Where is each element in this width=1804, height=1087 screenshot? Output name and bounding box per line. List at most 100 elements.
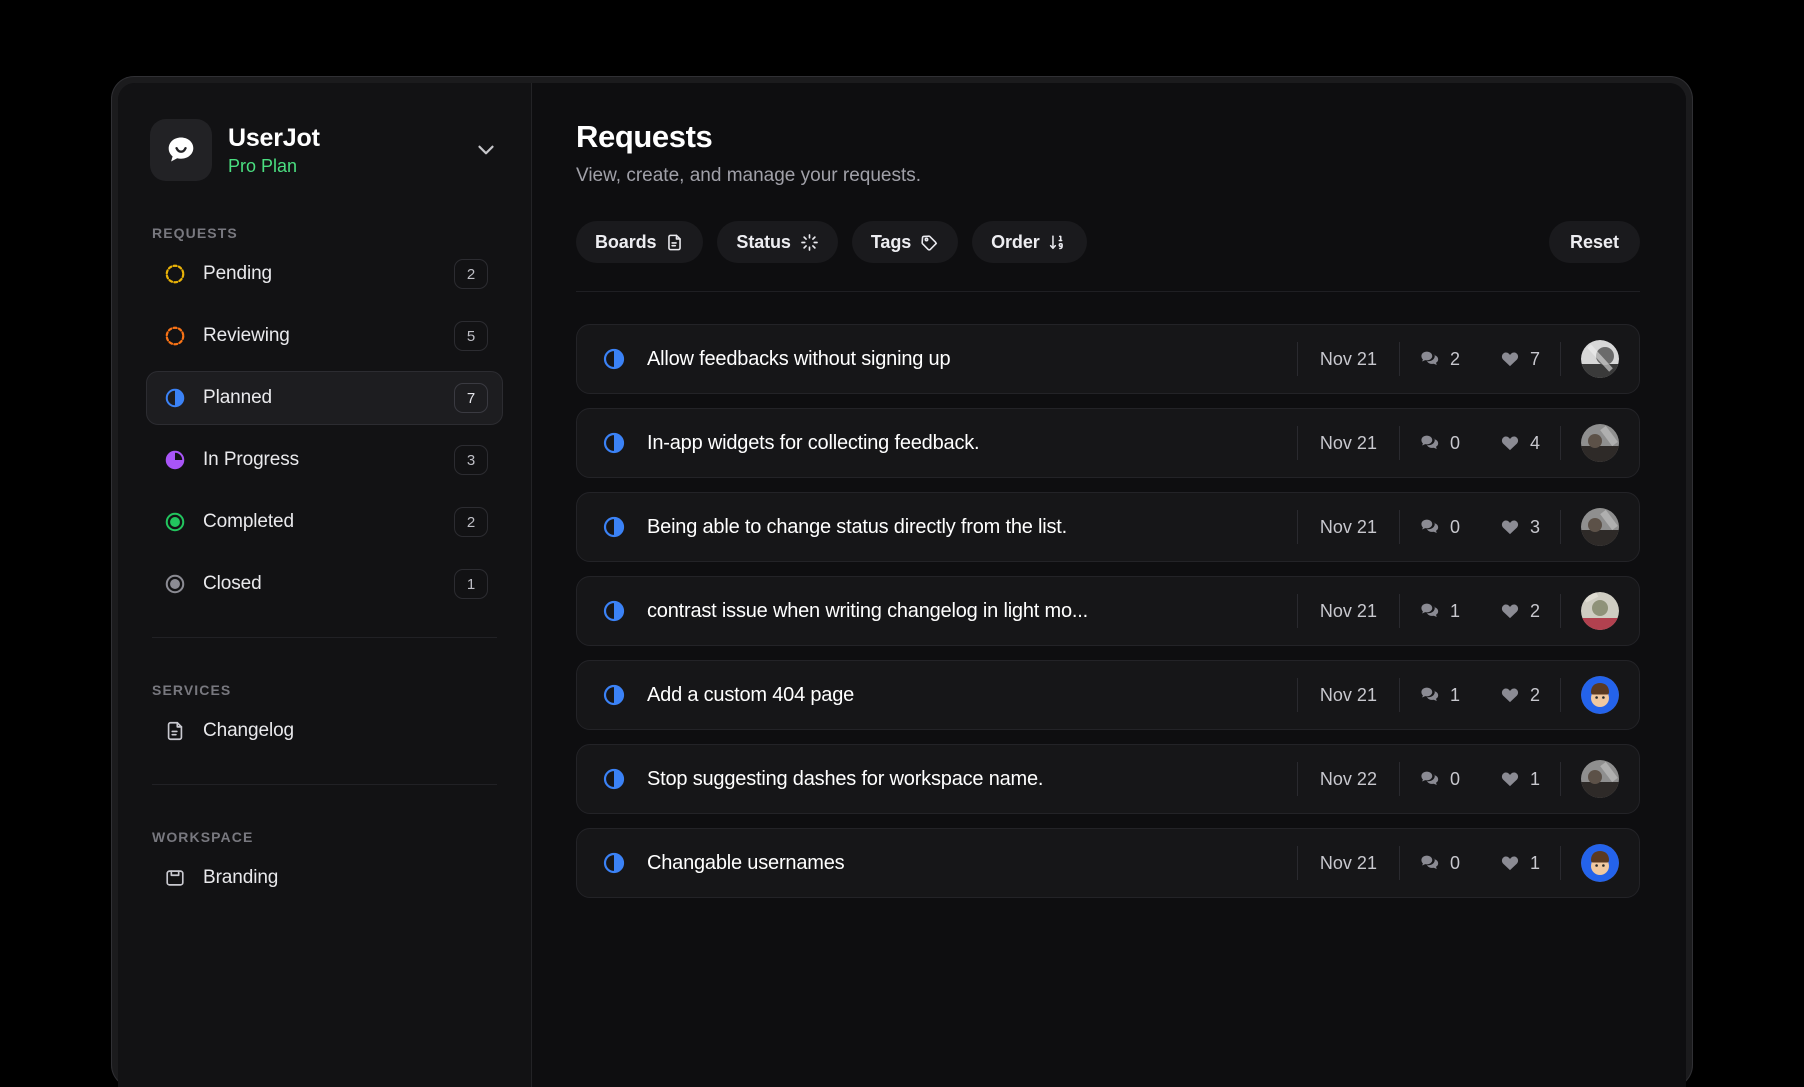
sidebar-item-label: Planned (203, 387, 273, 408)
request-title: Allow feedbacks without signing up (647, 347, 951, 370)
comment-count: 0 (1400, 853, 1480, 874)
reset-button-label: Reset (1569, 231, 1619, 252)
sidebar: UserJot Pro Plan REQUESTS Pending 2 Revi… (118, 83, 532, 1087)
sidebar-item-count: 3 (454, 445, 488, 475)
sidebar-section-workspace-label: WORKSPACE (152, 829, 254, 845)
divider (1560, 594, 1561, 628)
sidebar-item-closed[interactable]: Closed 1 (146, 557, 503, 611)
divider (1560, 426, 1561, 460)
workspace-name: UserJot (228, 123, 320, 152)
branding-icon (163, 866, 187, 890)
like-count-value: 4 (1529, 432, 1540, 453)
like-count-value: 7 (1529, 348, 1540, 369)
sidebar-item-completed[interactable]: Completed 2 (146, 495, 503, 549)
avatar[interactable] (1581, 760, 1619, 798)
table-row[interactable]: Add a custom 404 page Nov 21 1 2 (576, 660, 1640, 730)
page-subtitle: View, create, and manage your requests. (576, 165, 922, 186)
comment-count: 0 (1400, 769, 1480, 790)
like-count: 7 (1480, 349, 1560, 370)
chevron-down-icon[interactable] (473, 137, 499, 163)
filter-chip-tags[interactable]: Tags (851, 221, 959, 263)
request-date: Nov 22 (1319, 768, 1377, 789)
sidebar-divider (152, 784, 497, 785)
workspace-plan: Pro Plan (228, 155, 298, 176)
status-closed-icon (163, 572, 187, 596)
avatar[interactable] (1581, 676, 1619, 714)
filter-chip-status[interactable]: Status (717, 221, 838, 263)
status-planned-icon (601, 682, 627, 708)
sidebar-item-label: Changelog (203, 720, 295, 741)
like-count: 1 (1480, 769, 1560, 790)
status-planned-icon (601, 598, 627, 624)
divider (1560, 846, 1561, 880)
status-in-progress-icon (163, 448, 187, 472)
table-row[interactable]: Being able to change status directly fro… (576, 492, 1640, 562)
like-count: 3 (1480, 517, 1560, 538)
sort-numeric-down-icon (1049, 233, 1068, 252)
filter-chip-label: Status (736, 231, 791, 252)
avatar[interactable] (1581, 340, 1619, 378)
avatar[interactable] (1581, 844, 1619, 882)
request-title: contrast issue when writing changelog in… (647, 599, 1088, 622)
like-count: 2 (1480, 685, 1560, 706)
table-row[interactable]: contrast issue when writing changelog in… (576, 576, 1640, 646)
heart-icon (1500, 517, 1520, 537)
comment-count-value: 0 (1449, 852, 1460, 873)
sidebar-item-in-progress[interactable]: In Progress 3 (146, 433, 503, 487)
filter-chip-boards[interactable]: Boards (576, 221, 704, 263)
status-planned-icon (601, 346, 627, 372)
comments-icon (1420, 601, 1440, 621)
comment-count: 0 (1400, 433, 1480, 454)
comments-icon (1420, 517, 1440, 537)
sidebar-section-services-label: SERVICES (152, 682, 232, 698)
filter-chip-label: Tags (870, 231, 912, 252)
sidebar-item-count: 2 (454, 507, 488, 537)
sidebar-item-label: Closed (203, 573, 262, 594)
request-title: Add a custom 404 page (647, 683, 855, 706)
speech-bubble-smile-icon (168, 137, 194, 162)
heart-icon (1500, 601, 1520, 621)
avatar[interactable] (1581, 592, 1619, 630)
table-row[interactable]: In-app widgets for collecting feedback. … (576, 408, 1640, 478)
comment-count-value: 0 (1449, 768, 1460, 789)
divider (1560, 678, 1561, 712)
comments-icon (1420, 685, 1440, 705)
sidebar-item-branding[interactable]: Branding (146, 851, 503, 905)
like-count-value: 1 (1529, 852, 1540, 873)
document-icon (163, 719, 187, 743)
avatar[interactable] (1581, 508, 1619, 546)
sidebar-item-pending[interactable]: Pending 2 (146, 247, 503, 301)
comments-icon (1420, 433, 1440, 453)
request-date: Nov 21 (1319, 600, 1377, 621)
sidebar-item-changelog[interactable]: Changelog (146, 704, 503, 758)
comment-count-value: 1 (1449, 600, 1460, 621)
sidebar-item-label: Completed (203, 511, 294, 532)
filter-bar: Boards Status Tags Order Reset (576, 221, 1640, 292)
status-reviewing-icon (163, 324, 187, 348)
request-date: Nov 21 (1319, 516, 1377, 537)
table-row[interactable]: Allow feedbacks without signing up Nov 2… (576, 324, 1640, 394)
like-count-value: 3 (1529, 516, 1540, 537)
filter-chip-order[interactable]: Order (972, 221, 1087, 263)
request-date: Nov 21 (1319, 852, 1377, 873)
sidebar-item-planned[interactable]: Planned 7 (146, 371, 503, 425)
table-row[interactable]: Changable usernames Nov 21 0 1 (576, 828, 1640, 898)
comment-count: 1 (1400, 601, 1480, 622)
workspace-switcher[interactable]: UserJot Pro Plan (146, 83, 503, 181)
request-list: Allow feedbacks without signing up Nov 2… (576, 324, 1640, 898)
sidebar-item-label: Reviewing (203, 325, 290, 346)
reset-button[interactable]: Reset (1548, 221, 1640, 263)
avatar[interactable] (1581, 424, 1619, 462)
request-date: Nov 21 (1319, 348, 1377, 369)
like-count: 4 (1480, 433, 1560, 454)
sidebar-item-count: 2 (454, 259, 488, 289)
sidebar-item-reviewing[interactable]: Reviewing 5 (146, 309, 503, 363)
app-window: UserJot Pro Plan REQUESTS Pending 2 Revi… (112, 77, 1692, 1087)
table-row[interactable]: Stop suggesting dashes for workspace nam… (576, 744, 1640, 814)
comments-icon (1420, 853, 1440, 873)
filter-chip-label: Boards (595, 231, 657, 252)
like-count-value: 2 (1529, 684, 1540, 705)
tag-icon (920, 233, 939, 252)
comment-count-value: 2 (1449, 348, 1460, 369)
status-completed-icon (163, 510, 187, 534)
